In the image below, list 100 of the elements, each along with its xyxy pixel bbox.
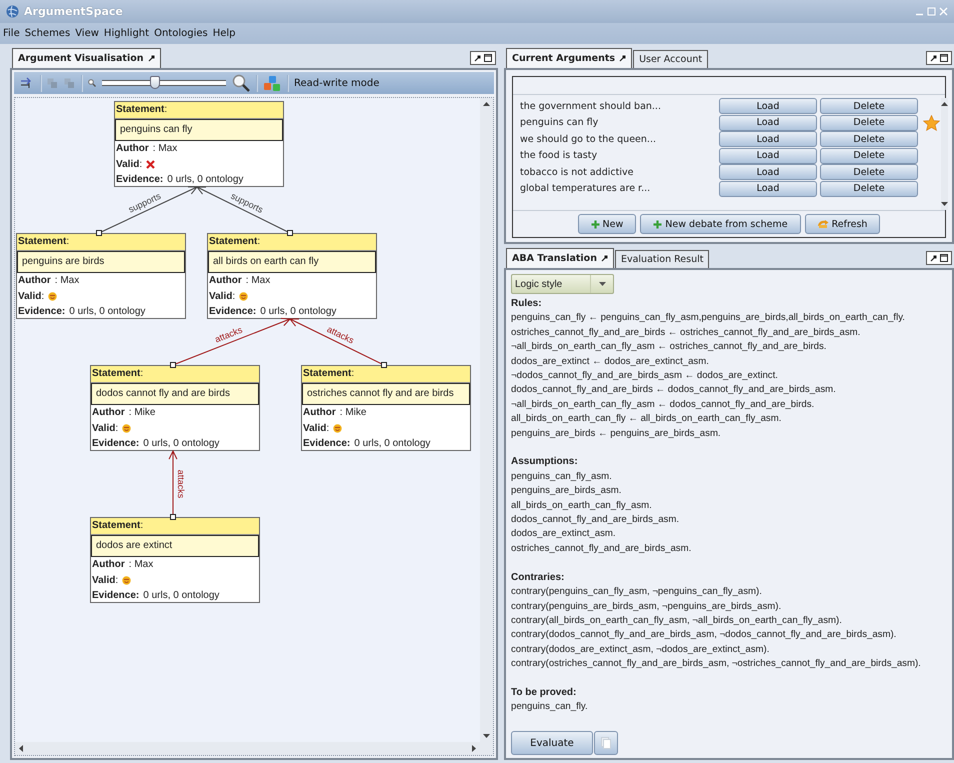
statement-node[interactable]: Statement: dodos cannot fly and are birds Author: Mike Valid: Evidence: 0 urls, 0 ontology bbox=[90, 365, 260, 451]
formula-text: all_birds_on_earth_can_fly ← all_birds_on_earth_can_fly_asm. bbox=[511, 412, 782, 426]
left-arrow-icon bbox=[19, 745, 23, 752]
action-button[interactable]: New bbox=[578, 214, 636, 234]
author-text: Author: Max bbox=[91, 558, 154, 572]
pin-icon bbox=[148, 55, 154, 62]
evidence-text: Evidence: 0 urls, 0 ontology bbox=[91, 589, 220, 603]
refresh-icon bbox=[818, 220, 829, 228]
load-button[interactable]: Load bbox=[719, 114, 817, 131]
action-button[interactable]: Refresh bbox=[804, 214, 880, 234]
arrow bbox=[168, 450, 178, 520]
tab[interactable]: Current Arguments bbox=[506, 48, 632, 68]
maximize-icon[interactable] bbox=[940, 54, 948, 62]
delete-button[interactable]: Delete bbox=[820, 131, 918, 148]
statement-node[interactable]: Statement: dodos are extinct Author: Max Valid: Evidence: 0 urls, 0 ontology bbox=[90, 517, 260, 603]
formula-text: ¬all_birds_on_earth_can_fly_asm ← dodos_cannot_fly_and_are_birds. bbox=[511, 398, 816, 412]
author-text: Author: Mike bbox=[302, 406, 368, 420]
down-arrow-icon bbox=[483, 734, 490, 738]
globe-icon bbox=[6, 5, 19, 18]
menu-item[interactable]: File bbox=[3, 27, 20, 40]
delete-button[interactable]: Delete bbox=[820, 180, 918, 197]
style-dropdown[interactable]: Logic style bbox=[511, 274, 614, 294]
load-button[interactable]: Load bbox=[719, 148, 817, 164]
vertical-scrollbar[interactable] bbox=[941, 98, 948, 210]
valid-label: Valid: bbox=[209, 290, 236, 304]
argument-title[interactable]: we should go to the queen... bbox=[520, 134, 716, 145]
argument-title[interactable]: tobacco is not addictive bbox=[520, 166, 716, 178]
action-button[interactable]: New debate from scheme bbox=[640, 214, 801, 234]
evidence-text: Evidence: 0 urls, 0 ontology bbox=[115, 173, 244, 187]
formula-text: all_birds_on_earth_can_fly_asm. bbox=[511, 498, 653, 513]
tab[interactable]: Argument Visualisation bbox=[12, 48, 160, 68]
edge-label: attacks bbox=[213, 324, 244, 344]
argument-title[interactable]: global temperatures are r... bbox=[520, 183, 716, 194]
evidence-text: Evidence: 0 urls, 0 ontology bbox=[302, 437, 432, 451]
formula-text: ostriches_cannot_fly_and_are_birds_asm. bbox=[511, 542, 692, 556]
formula-text: contrary(dodos_cannot_fly_and_are_birds_asm, ¬dodos_cannot_fly_and_are_birds_asm). bbox=[511, 628, 898, 642]
statement-text: penguins can fly bbox=[115, 119, 283, 141]
down-arrow-icon bbox=[941, 202, 948, 206]
menu-item[interactable]: Schemes bbox=[24, 27, 70, 40]
formula-text: penguins_can_fly_asm. bbox=[511, 470, 613, 484]
statement-text: ostriches cannot fly and are birds bbox=[302, 383, 470, 405]
author-text: Author: Max bbox=[208, 274, 272, 288]
delete-button[interactable]: Delete bbox=[820, 164, 918, 180]
section-heading: Rules: bbox=[511, 297, 543, 311]
statement-node[interactable]: Statement: penguins can fly Author: Max Valid: Evidence: 0 urls, 0 ontology bbox=[114, 101, 284, 187]
valid-label: Valid: bbox=[116, 158, 142, 172]
argument-title[interactable]: the food is tasty bbox=[520, 150, 716, 162]
statement-node[interactable]: Statement: penguins are birds Author: Max Valid: Evidence: 0 urls, 0 ontology bbox=[16, 233, 186, 319]
copy-button[interactable] bbox=[594, 731, 618, 756]
pin-icon[interactable] bbox=[930, 254, 937, 262]
evidence-text: Evidence: 0 urls, 0 ontology bbox=[17, 305, 146, 319]
menu-item[interactable]: View bbox=[75, 27, 99, 40]
copy-icon bbox=[601, 737, 611, 750]
maximize-icon[interactable] bbox=[940, 254, 948, 262]
caret-icon bbox=[598, 282, 606, 286]
statement-node[interactable]: Statement: all birds on earth can fly Author: Max Valid: Evidence: 0 urls, 0 ontology bbox=[207, 233, 377, 319]
pin-icon[interactable] bbox=[930, 54, 937, 62]
zoom-out-icon[interactable] bbox=[88, 79, 96, 87]
tab[interactable]: Evaluation Result bbox=[614, 250, 710, 268]
menu-item[interactable]: Help bbox=[212, 27, 236, 40]
argument-title[interactable]: the government should ban... bbox=[520, 100, 716, 112]
delete-button[interactable]: Delete bbox=[820, 148, 918, 164]
pin-icon[interactable] bbox=[474, 54, 481, 62]
formula-text: ostriches_cannot_fly_and_are_birds ← ostriches_cannot_fly_and_are_birds_asm. bbox=[511, 326, 862, 340]
statement-heading: Statement: bbox=[115, 102, 283, 119]
load-button[interactable]: Load bbox=[719, 131, 817, 148]
valid-label: Valid: bbox=[303, 422, 330, 436]
author-text: Author: Mike bbox=[91, 406, 156, 420]
plus-icon bbox=[590, 220, 600, 228]
pin-icon bbox=[600, 255, 608, 262]
load-button[interactable]: Load bbox=[719, 180, 817, 197]
formula-text: ¬dodos_cannot_fly_and_are_birds_asm ← dodos_are_extinct. bbox=[511, 369, 779, 384]
statement-node[interactable]: Statement: ostriches cannot fly and are birds Author: Mike Valid: Evidence: 0 urls, 0 ontology bbox=[301, 365, 471, 451]
tab[interactable]: User Account bbox=[633, 50, 708, 68]
slider-thumb[interactable] bbox=[150, 76, 160, 89]
statement-heading: Statement: bbox=[302, 366, 470, 383]
statement-heading: Statement: bbox=[208, 234, 376, 251]
valid-label: Valid: bbox=[18, 290, 44, 304]
valid-label: Valid: bbox=[92, 574, 118, 588]
evaluate-button[interactable]: Evaluate bbox=[511, 731, 593, 756]
section-heading: Assumptions: bbox=[511, 455, 579, 470]
delete-button[interactable]: Delete bbox=[820, 98, 918, 114]
menu-item[interactable]: Highlight bbox=[104, 27, 150, 40]
formula-text: penguins_can_fly. bbox=[511, 700, 589, 714]
pin-icon bbox=[619, 55, 626, 62]
vertical-scrollbar[interactable] bbox=[480, 98, 493, 742]
menu-item[interactable]: Ontologies bbox=[154, 27, 208, 40]
up-arrow-icon bbox=[941, 102, 948, 106]
statement-text: penguins are birds bbox=[17, 251, 185, 273]
horizontal-scrollbar[interactable] bbox=[15, 742, 480, 755]
maximize-icon[interactable] bbox=[484, 54, 492, 62]
tab[interactable]: ABA Translation bbox=[506, 248, 614, 268]
argument-title[interactable]: penguins can fly bbox=[520, 117, 716, 128]
statement-heading: Statement: bbox=[91, 518, 259, 535]
load-button[interactable]: Load bbox=[719, 98, 817, 114]
delete-button[interactable]: Delete bbox=[820, 114, 918, 131]
formula-text: penguins_are_birds ← penguins_are_birds_asm. bbox=[511, 426, 722, 441]
section-heading: To be proved: bbox=[511, 686, 578, 700]
load-button[interactable]: Load bbox=[719, 164, 817, 180]
zoom-in-icon[interactable] bbox=[232, 74, 250, 92]
